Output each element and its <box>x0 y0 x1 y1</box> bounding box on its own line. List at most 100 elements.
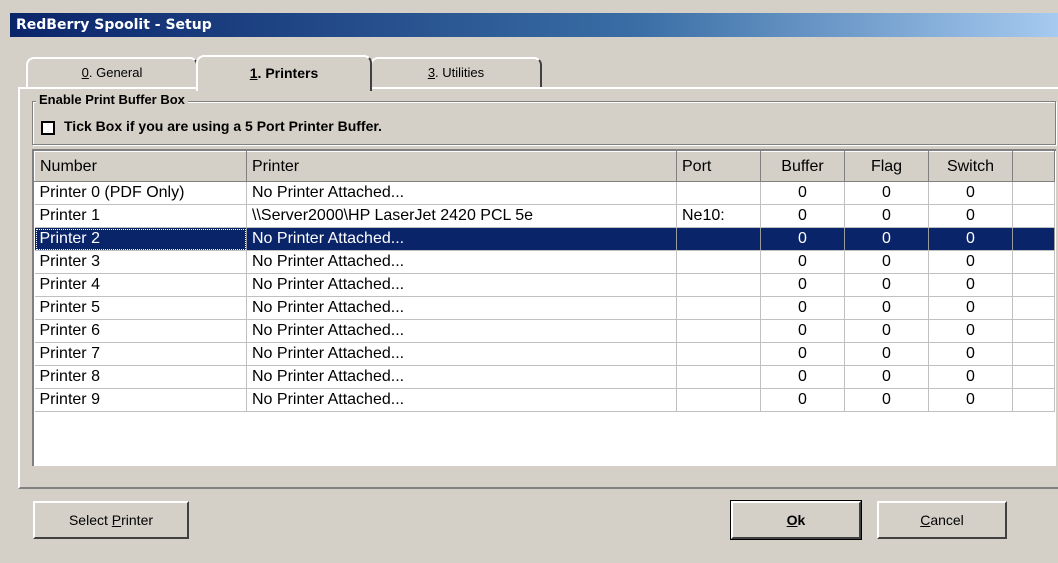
cell-flag: 0 <box>844 227 929 251</box>
cell-filler <box>1012 181 1055 205</box>
select-printer-button[interactable]: Select Printer <box>33 501 189 539</box>
table-row[interactable]: Printer 5 No Printer Attached... 0 0 0 <box>34 296 1055 320</box>
cell-filler <box>1012 319 1055 343</box>
col-header-port[interactable]: Port <box>676 151 761 182</box>
col-header-buffer[interactable]: Buffer <box>760 151 845 182</box>
print-buffer-checkbox[interactable] <box>41 121 55 135</box>
cell-number: Printer 2 <box>34 227 247 251</box>
cell-switch: 0 <box>928 388 1013 412</box>
cell-buffer: 0 <box>760 181 845 205</box>
cell-switch: 0 <box>928 181 1013 205</box>
cell-printer: No Printer Attached... <box>246 227 677 251</box>
col-header-switch[interactable]: Switch <box>928 151 1013 182</box>
col-header-number[interactable]: Number <box>34 151 247 182</box>
cell-number: Printer 1 <box>34 204 247 228</box>
groupbox-legend: Enable Print Buffer Box <box>36 92 188 107</box>
printers-table: Number Printer Port Buffer Flag Switch P… <box>34 151 1055 412</box>
cell-number: Printer 3 <box>34 250 247 274</box>
cell-number: Printer 7 <box>34 342 247 366</box>
cell-switch: 0 <box>928 319 1013 343</box>
cell-flag: 0 <box>844 388 929 412</box>
print-buffer-checkbox-label[interactable]: Tick Box if you are using a 5 Port Print… <box>64 118 382 134</box>
table-row[interactable]: Printer 9 No Printer Attached... 0 0 0 <box>34 388 1055 412</box>
cell-flag: 0 <box>844 342 929 366</box>
ok-button-post: k <box>797 512 806 528</box>
cell-flag: 0 <box>844 365 929 389</box>
col-header-printer[interactable]: Printer <box>246 151 677 182</box>
cell-buffer: 0 <box>760 250 845 274</box>
grid-body: Printer 0 (PDF Only) No Printer Attached.… <box>34 181 1055 412</box>
cell-flag: 0 <box>844 296 929 320</box>
cell-buffer: 0 <box>760 342 845 366</box>
cell-filler <box>1012 388 1055 412</box>
cell-flag: 0 <box>844 319 929 343</box>
cell-printer: No Printer Attached... <box>246 388 677 412</box>
cell-buffer: 0 <box>760 365 845 389</box>
table-row[interactable]: Printer 3 No Printer Attached... 0 0 0 <box>34 250 1055 274</box>
cell-port: Ne10: <box>676 204 761 228</box>
cell-port <box>676 319 761 343</box>
cell-number: Printer 6 <box>34 319 247 343</box>
cell-filler <box>1012 296 1055 320</box>
tab-printers-label: . Printers <box>257 65 319 81</box>
cell-filler <box>1012 204 1055 228</box>
cell-printer: No Printer Attached... <box>246 296 677 320</box>
cell-switch: 0 <box>928 250 1013 274</box>
cell-flag: 0 <box>844 273 929 297</box>
cell-switch: 0 <box>928 273 1013 297</box>
cancel-button-accel: C <box>920 512 931 528</box>
cancel-button[interactable]: Cancel <box>877 501 1007 539</box>
cell-filler <box>1012 365 1055 389</box>
cell-number: Printer 4 <box>34 273 247 297</box>
cell-buffer: 0 <box>760 204 845 228</box>
table-row[interactable]: Printer 1 \\Server2000\HP LaserJet 2420 P… <box>34 204 1055 228</box>
cell-port <box>676 388 761 412</box>
table-row[interactable]: Printer 8 No Printer Attached... 0 0 0 <box>34 365 1055 389</box>
window-title: RedBerry Spoolit - Setup <box>10 13 1058 37</box>
cell-port <box>676 342 761 366</box>
cell-filler <box>1012 227 1055 251</box>
setup-window: RedBerry Spoolit - Setup 0. General 1. P… <box>0 0 1058 563</box>
tab-utilities-label: . Utilities <box>435 65 485 80</box>
cell-filler <box>1012 273 1055 297</box>
select-printer-button-accel: P <box>111 512 122 528</box>
cell-flag: 0 <box>844 204 929 228</box>
table-row[interactable]: Printer 6 No Printer Attached... 0 0 0 <box>34 319 1055 343</box>
table-row[interactable]: Printer 4 No Printer Attached... 0 0 0 <box>34 273 1055 297</box>
cell-printer: No Printer Attached... <box>246 365 677 389</box>
cell-printer: No Printer Attached... <box>246 250 677 274</box>
cell-port <box>676 273 761 297</box>
table-row[interactable]: Printer 7 No Printer Attached... 0 0 0 <box>34 342 1055 366</box>
cell-printer: \\Server2000\HP LaserJet 2420 PCL 5e <box>246 204 677 228</box>
cell-buffer: 0 <box>760 227 845 251</box>
cell-number: Printer 0 (PDF Only) <box>34 181 247 205</box>
grid-header-row: Number Printer Port Buffer Flag Switch <box>34 151 1055 182</box>
cell-port <box>676 296 761 320</box>
cell-port <box>676 365 761 389</box>
select-printer-button-pre: Select <box>68 512 112 528</box>
tab-printers-accel: 1 <box>249 65 258 81</box>
col-header-flag[interactable]: Flag <box>844 151 929 182</box>
cell-switch: 0 <box>928 342 1013 366</box>
ok-button[interactable]: Ok <box>730 500 862 540</box>
cell-printer: No Printer Attached... <box>246 273 677 297</box>
printers-grid[interactable]: Number Printer Port Buffer Flag Switch P… <box>32 149 1056 466</box>
cell-flag: 0 <box>844 250 929 274</box>
tab-utilities[interactable]: 3. Utilities <box>370 57 542 87</box>
table-row[interactable]: Printer 2 No Printer Attached... 0 0 0 <box>34 227 1055 251</box>
cell-flag: 0 <box>844 181 929 205</box>
tab-printers[interactable]: 1. Printers <box>196 55 372 91</box>
col-header-filler <box>1012 151 1055 182</box>
cell-filler <box>1012 342 1055 366</box>
tab-general[interactable]: 0. General <box>26 57 198 87</box>
cell-printer: No Printer Attached... <box>246 319 677 343</box>
table-row[interactable]: Printer 0 (PDF Only) No Printer Attached.… <box>34 181 1055 205</box>
cell-number: Printer 8 <box>34 365 247 389</box>
select-printer-button-post: rinter <box>121 512 154 528</box>
cell-switch: 0 <box>928 227 1013 251</box>
cell-buffer: 0 <box>760 319 845 343</box>
cell-buffer: 0 <box>760 273 845 297</box>
tab-general-accel: 0 <box>81 65 89 80</box>
cell-buffer: 0 <box>760 296 845 320</box>
tab-general-label: . General <box>88 65 143 80</box>
